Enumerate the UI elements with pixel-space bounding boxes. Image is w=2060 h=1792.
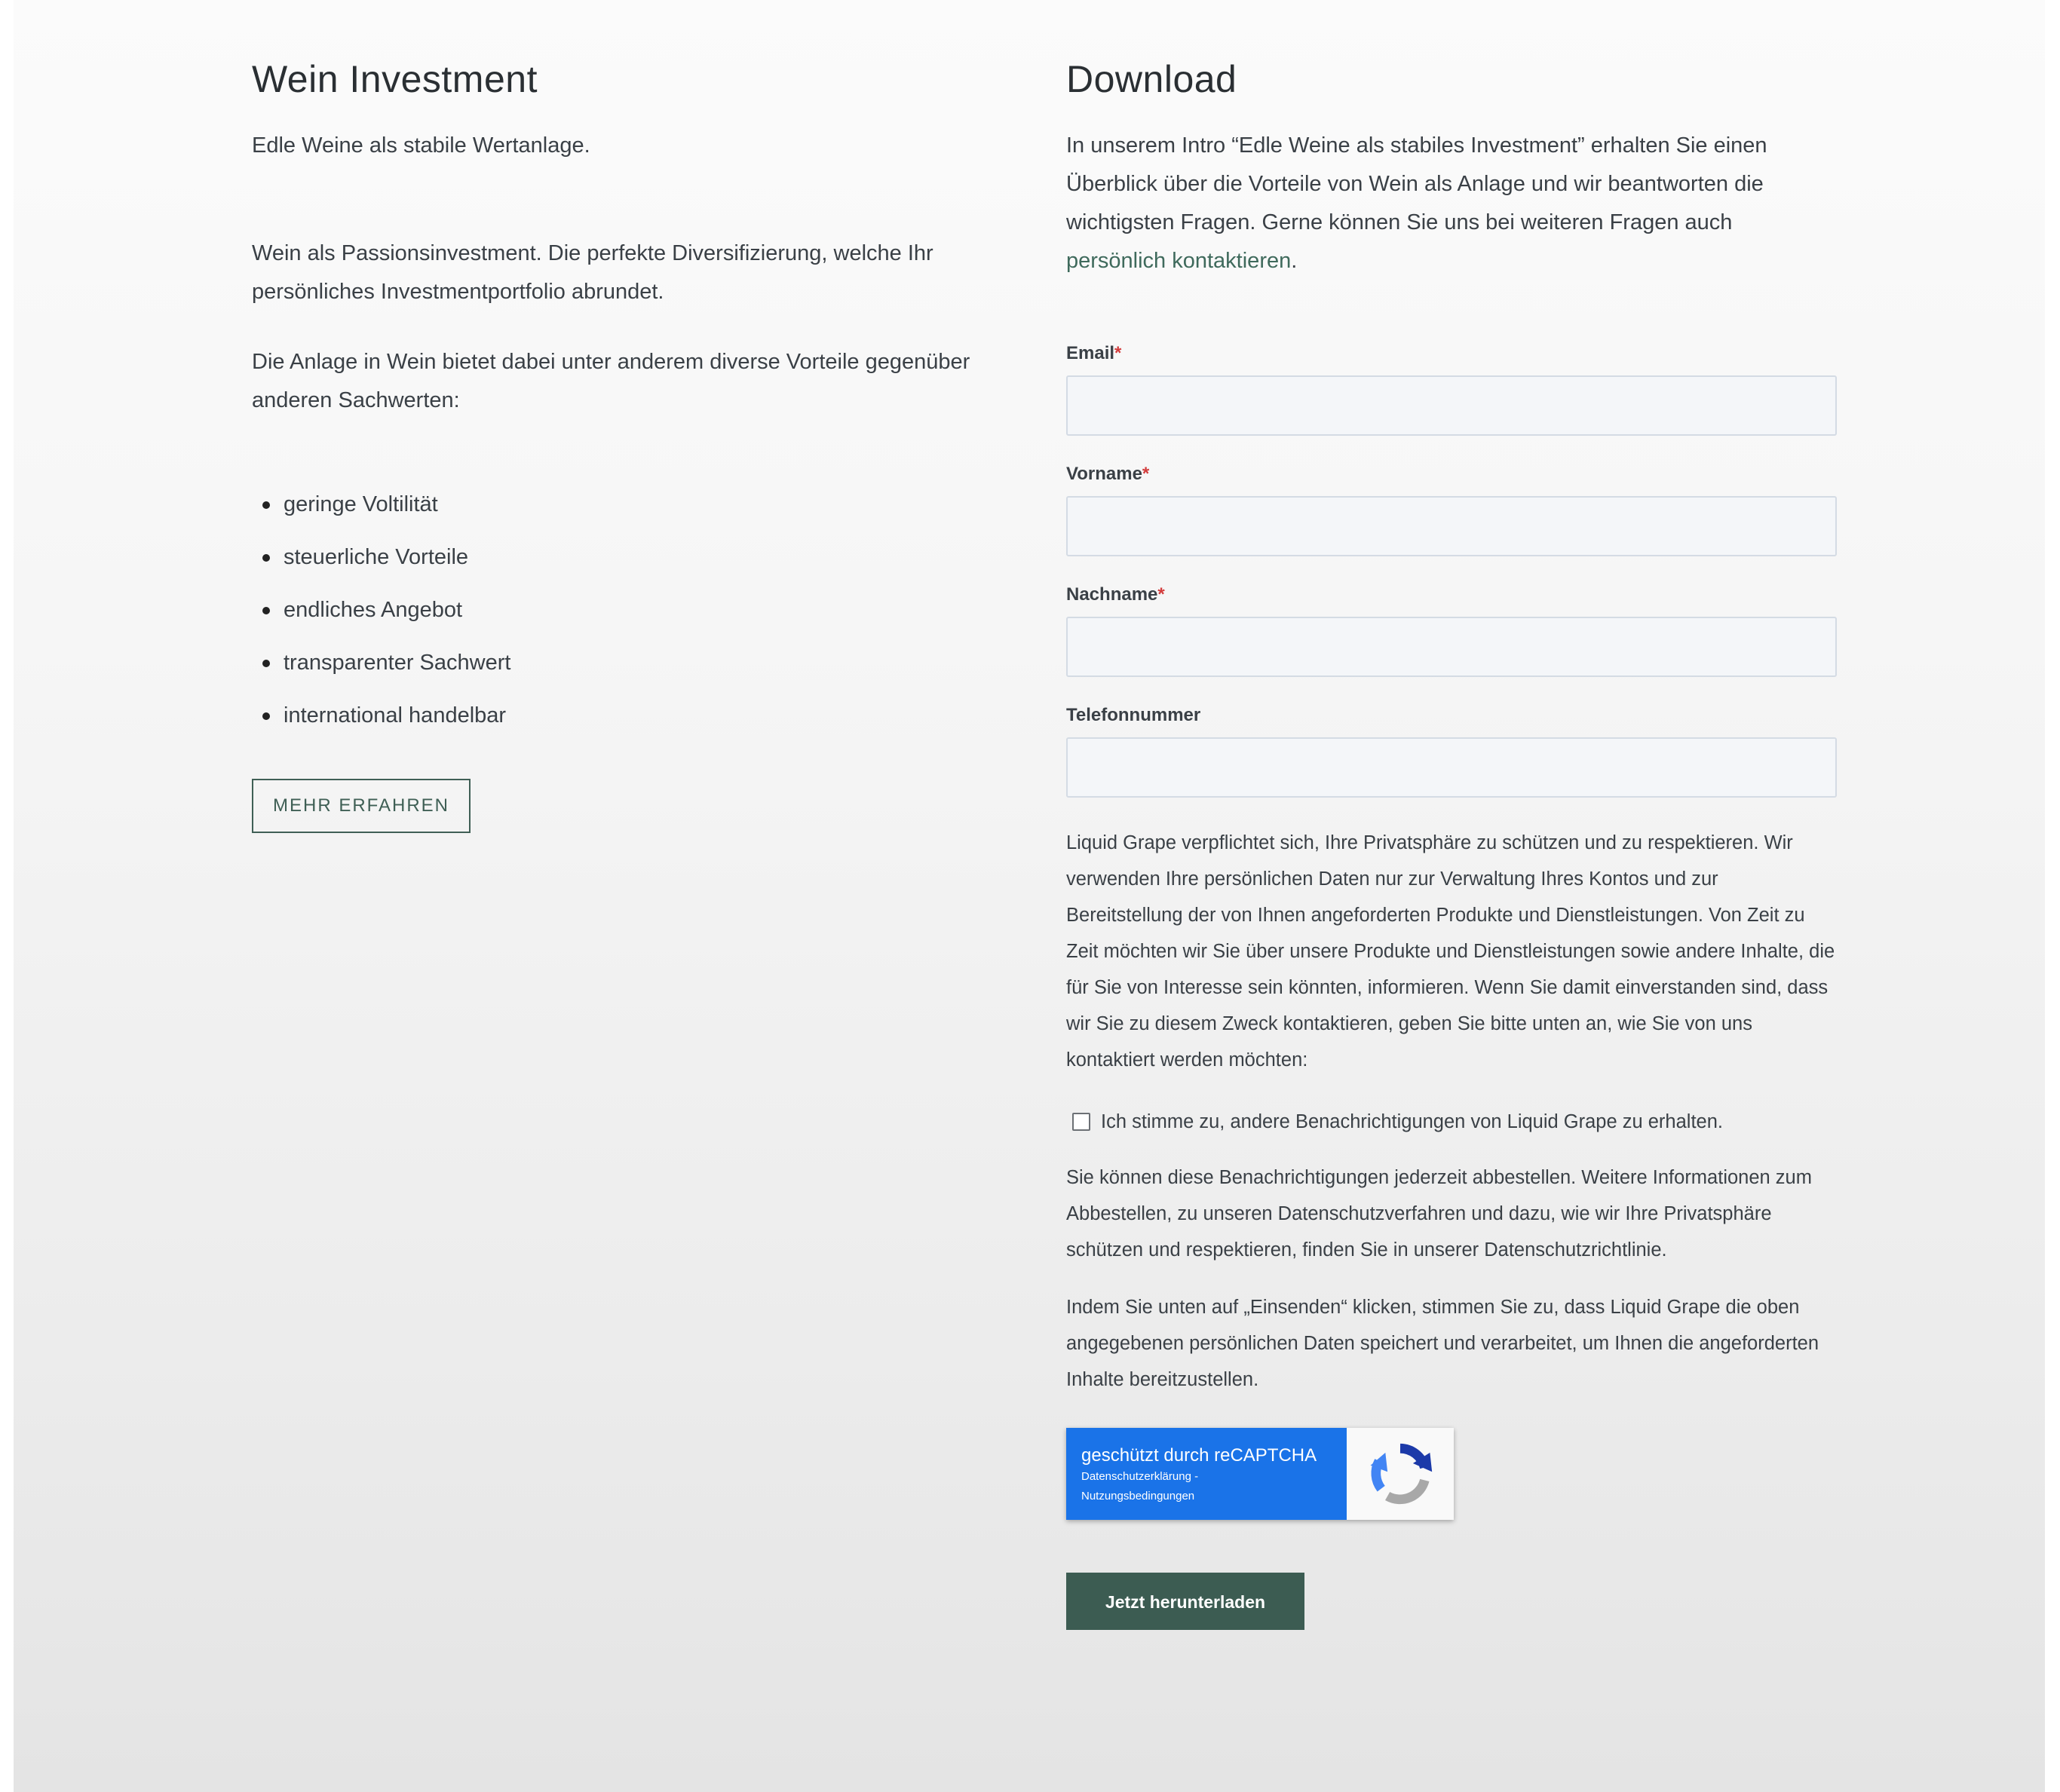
investment-title: Wein Investment (252, 58, 538, 100)
benefits-list: geringe Voltilität steuerliche Vorteile … (252, 489, 1006, 731)
benefit-item: steuerliche Vorteile (252, 542, 1006, 572)
bullet-icon (262, 501, 270, 509)
lastname-field-group: Nachname* (1066, 584, 1837, 677)
privacy-notice: Liquid Grape verpflichtet sich, Ihre Pri… (1066, 832, 1835, 1071)
bullet-icon (262, 660, 270, 667)
unsubscribe-notice: Sie können diese Benachrichtigungen jede… (1066, 1167, 1812, 1261)
benefit-text: geringe Voltilität (284, 492, 438, 516)
download-submit-button[interactable]: Jetzt herunterladen (1066, 1573, 1304, 1630)
recaptcha-links: Datenschutzerklärung - (1081, 1467, 1332, 1487)
intro-text: In unserem Intro “Edle Weine als stabile… (1066, 133, 1767, 234)
email-label-text: Email (1066, 343, 1115, 363)
benefit-item: geringe Voltilität (252, 489, 1006, 519)
more-info-button[interactable]: MEHR ERFAHREN (252, 779, 471, 833)
recaptcha-info: geschützt durch reCAPTCHA Datenschutzerk… (1066, 1428, 1347, 1520)
recaptcha-terms-row: Nutzungsbedingungen (1081, 1487, 1332, 1506)
benefit-item: transparenter Sachwert (252, 648, 1006, 678)
benefit-text: international handelbar (284, 703, 507, 728)
required-marker: * (1142, 464, 1150, 484)
lastname-label: Nachname* (1066, 584, 1837, 606)
bullet-icon (262, 554, 270, 562)
bullet-icon (262, 712, 270, 720)
benefit-item: international handelbar (252, 700, 1006, 731)
recaptcha-separator: - (1191, 1470, 1199, 1483)
recaptcha-privacy-link[interactable]: Datenschutzerklärung (1081, 1470, 1191, 1483)
recaptcha-title: geschützt durch reCAPTCHA (1081, 1445, 1317, 1466)
bullet-icon (262, 607, 270, 614)
firstname-field-group: Vorname* (1066, 463, 1837, 556)
consent-checkbox-row[interactable]: Ich stimme zu, andere Benachrichtigungen… (1072, 1110, 1837, 1134)
lastname-label-text: Nachname (1066, 584, 1158, 605)
firstname-field[interactable] (1066, 496, 1837, 556)
download-column: Download In unserem Intro “Edle Weine al… (1066, 53, 1837, 1630)
email-field-group: Email* (1066, 342, 1837, 436)
recaptcha-badge[interactable]: geschützt durch reCAPTCHA Datenschutzerk… (1066, 1428, 1454, 1520)
firstname-label: Vorname* (1066, 463, 1837, 486)
benefit-text: steuerliche Vorteile (284, 545, 469, 569)
email-field[interactable] (1066, 375, 1837, 436)
phone-label: Telefonnummer (1066, 705, 1201, 725)
intro-end: . (1291, 249, 1298, 273)
investment-paragraph-1: Wein als Passionsinvestment. Die perfekt… (252, 241, 933, 304)
submit-notice: Indem Sie unten auf „Einsenden“ klicken,… (1066, 1297, 1819, 1390)
download-title: Download (1066, 58, 1237, 100)
recaptcha-terms-link[interactable]: Nutzungsbedingungen (1081, 1490, 1194, 1503)
benefit-text: transparenter Sachwert (284, 651, 511, 675)
download-form: Email* Vorname* Nachname* Telefonnummer … (1066, 342, 1837, 1630)
investment-column: Wein Investment Edle Weine als stabile W… (252, 53, 1006, 833)
lastname-field[interactable] (1066, 617, 1837, 677)
consent-label: Ich stimme zu, andere Benachrichtigungen… (1101, 1111, 1723, 1132)
email-label: Email* (1066, 342, 1837, 365)
contact-link[interactable]: persönlich kontaktieren (1066, 249, 1291, 273)
benefit-text: endliches Angebot (284, 598, 463, 622)
phone-field-group: Telefonnummer (1066, 704, 1837, 798)
consent-checkbox[interactable] (1072, 1113, 1090, 1131)
download-intro: In unserem Intro “Edle Weine als stabile… (1066, 127, 1837, 280)
firstname-label-text: Vorname (1066, 464, 1142, 484)
investment-paragraph-2: Die Anlage in Wein bietet dabei unter an… (252, 350, 970, 412)
benefit-item: endliches Angebot (252, 595, 1006, 625)
recaptcha-logo-icon (1347, 1428, 1454, 1520)
required-marker: * (1157, 584, 1165, 605)
required-marker: * (1114, 343, 1122, 363)
page-background: Wein Investment Edle Weine als stabile W… (14, 0, 2045, 1792)
investment-lead: Edle Weine als stabile Wertanlage. (252, 133, 590, 158)
phone-field[interactable] (1066, 737, 1837, 798)
